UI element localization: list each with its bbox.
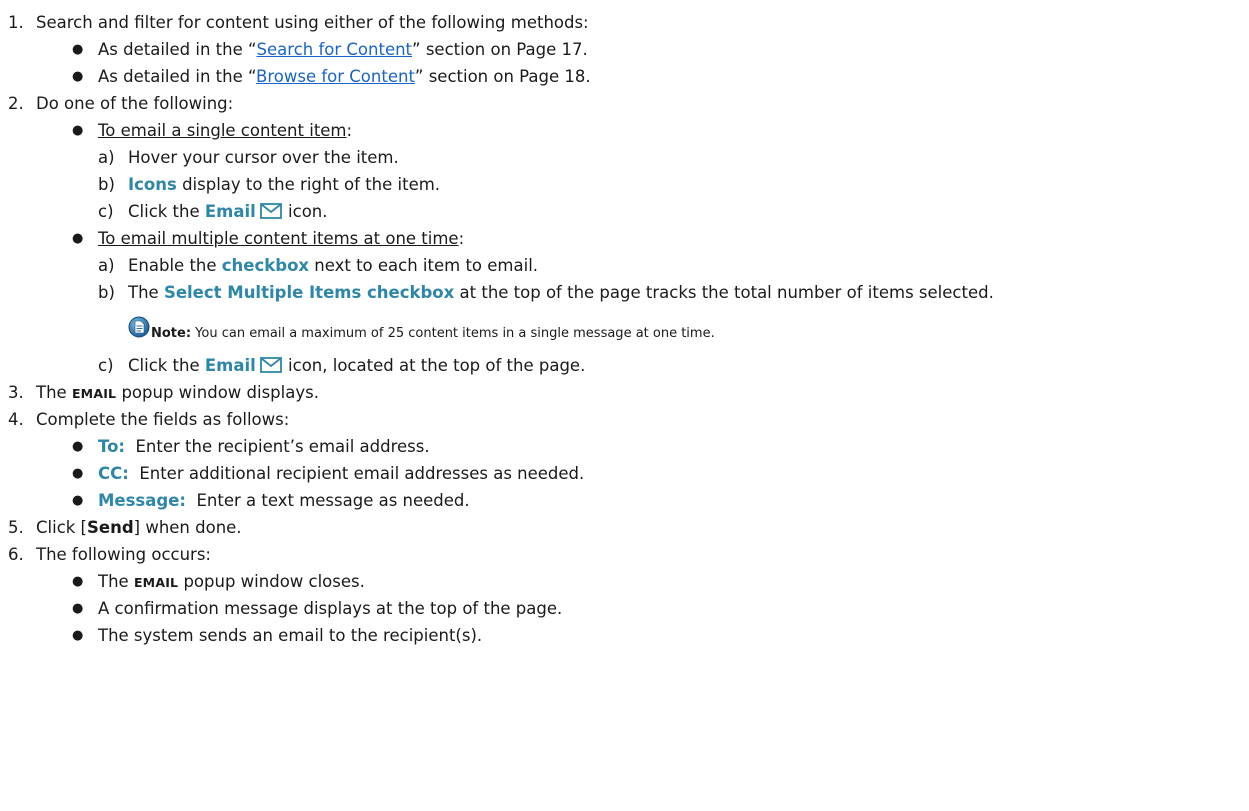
step-text: Search and filter for content using eith… [36,13,589,32]
bullet-icon: ● [72,42,84,57]
multiple-step-c: c) Click the Email icon, located at the … [98,356,586,375]
bullet-icon: ● [72,123,84,138]
bullet-icon: ● [72,69,84,84]
step-text: The following occurs: [36,545,211,564]
step-text: Complete the fields as follows: [36,410,290,429]
bullet-icon: ● [72,231,84,246]
step-number: 3. [8,383,24,402]
bullet-icon: ● [72,574,84,589]
step-number: 1. [8,13,24,32]
single-step-b: b) Icons display to the right of the ite… [98,175,441,194]
search-for-content-link[interactable]: Search for Content [257,40,413,59]
step-5: 5. Click [Send] when done. [0,514,1249,541]
multiple-items-heading: ● To email multiple content items at one… [0,225,1249,252]
step-number: 5. [8,518,24,537]
step-2: 2. Do one of the following: [0,90,1249,117]
step-1: 1. Search and filter for content using e… [0,9,1249,36]
bullet-search: ● As detailed in the “Search for Content… [0,36,1249,63]
step-3: 3. The EMAIL popup window displays. [0,379,1249,406]
multiple-step-b: b) The Select Multiple Items checkbox at… [98,283,994,302]
note-label: Note: [151,326,192,341]
note: Note: You can email a maximum of 25 cont… [0,306,1249,352]
step-4: 4. Complete the fields as follows: [0,406,1249,433]
step-6: 6. The following occurs: [0,541,1249,568]
bullet-icon: ● [72,601,84,616]
send-button-label: Send [87,518,134,537]
single-item-heading: ● To email a single content item: [0,117,1249,144]
bullet-browse: ● As detailed in the “Browse for Content… [0,63,1249,90]
step-number: 4. [8,410,24,429]
multiple-step-a: a) Enable the checkbox next to each item… [98,256,539,275]
envelope-icon [259,203,282,219]
note-text: You can email a maximum of 25 content it… [191,326,715,341]
step-number: 6. [8,545,24,564]
browse-for-content-link[interactable]: Browse for Content [256,67,415,86]
field-message: ● Message: Enter a text message as neede… [0,487,1249,514]
step-number: 2. [8,94,24,113]
bullet-icon: ● [72,439,84,454]
single-step-a: a) Hover your cursor over the item. [98,148,399,167]
note-icon [128,316,150,338]
document-body: 1. Search and filter for content using e… [0,9,1249,649]
field-cc: ● CC: Enter additional recipient email a… [0,460,1249,487]
single-step-c: c) Click the Email icon. [98,202,328,221]
field-to: ● To: Enter the recipient’s email addres… [0,433,1249,460]
result-3: ● The system sends an email to the recip… [0,622,1249,649]
result-1: ● The EMAIL popup window closes. [0,568,1249,595]
bullet-icon: ● [72,493,84,508]
envelope-icon [259,357,282,373]
bullet-icon: ● [72,466,84,481]
bullet-icon: ● [72,628,84,643]
email-window-name: EMAIL [71,386,117,401]
result-2: ● A confirmation message displays at the… [0,595,1249,622]
step-text: Do one of the following: [36,94,234,113]
